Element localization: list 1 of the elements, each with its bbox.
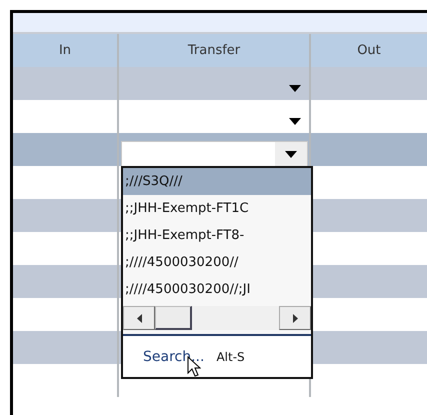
shortcut-label: Alt-S: [216, 350, 245, 364]
